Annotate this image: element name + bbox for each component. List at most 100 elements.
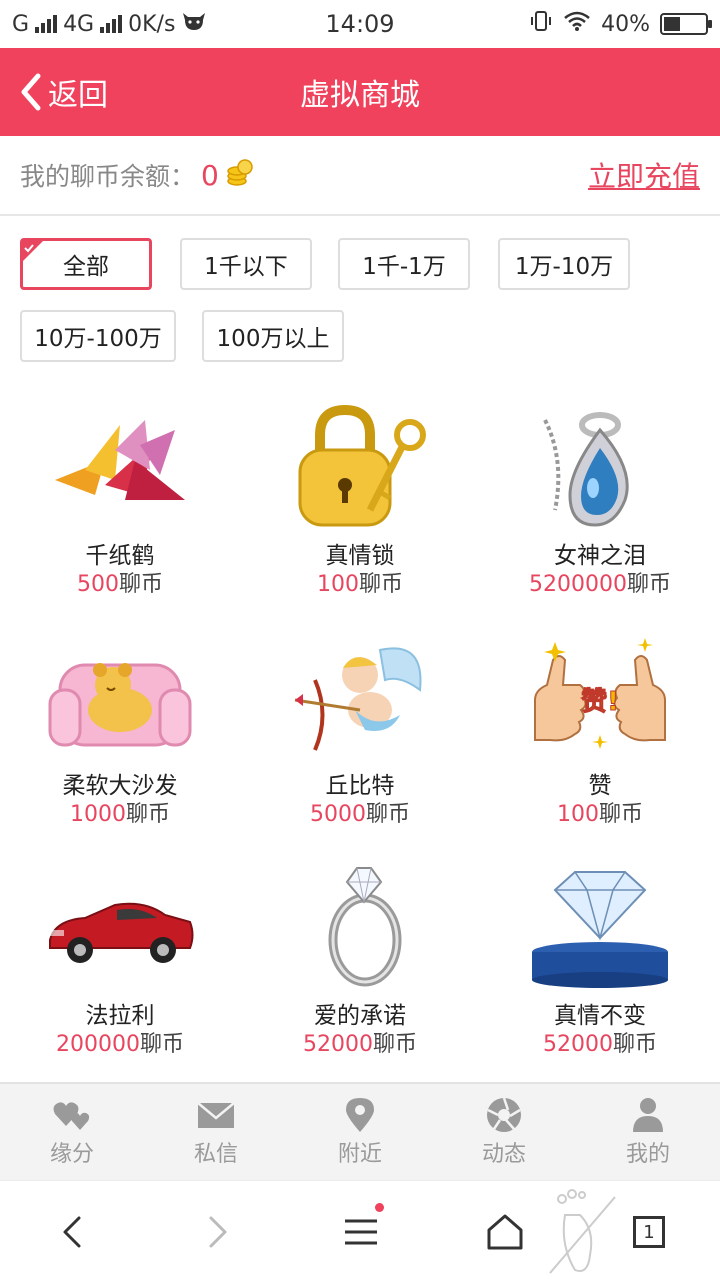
page-title: 虚拟商城	[300, 78, 420, 113]
tab-label: 私信	[193, 1142, 238, 1167]
ring-icon	[285, 860, 435, 990]
gift-price: 5200000聊币	[529, 572, 671, 597]
gift-name: 丘比特	[325, 773, 395, 799]
gift-name: 千纸鹤	[85, 543, 155, 569]
gift-item[interactable]: 千纸鹤 500聊币	[0, 390, 240, 620]
pendant-icon	[525, 400, 675, 530]
filter-1k-10k[interactable]: 1千-1万	[338, 238, 470, 290]
battery-percent: 40%	[601, 11, 650, 37]
filter-label: 1万-10万	[514, 254, 614, 280]
location-pin-icon	[346, 1098, 374, 1132]
browser-menu-button[interactable]	[336, 1203, 386, 1257]
gift-item[interactable]: 赞! 赞 100聊币	[480, 620, 720, 850]
gift-name: 柔软大沙发	[62, 773, 178, 799]
lock-key-icon	[285, 400, 435, 530]
gift-name: 真情不变	[554, 1003, 646, 1029]
gift-price: 52000聊币	[302, 1032, 417, 1057]
browser-tabs-button[interactable]: 1	[624, 1207, 674, 1257]
chevron-left-icon	[63, 1216, 81, 1248]
balance-row: 我的聊币余额： 0 立即充值	[0, 136, 720, 216]
gift-item[interactable]: 真情不变 52000聊币	[480, 850, 720, 1080]
tab-label: 附近	[337, 1142, 382, 1167]
battery-icon	[660, 13, 712, 35]
tabs-count: 1	[633, 1216, 665, 1248]
gift-name: 真情锁	[325, 543, 395, 569]
gift-item[interactable]: 法拉利 200000聊币	[0, 850, 240, 1080]
browser-home-button[interactable]	[480, 1207, 530, 1257]
gift-item[interactable]: 爱的承诺 52000聊币	[240, 850, 480, 1080]
gift-item[interactable]: 真情锁 100聊币	[240, 390, 480, 620]
gift-name: 女神之泪	[554, 543, 646, 569]
filter-under-1k[interactable]: 1千以下	[180, 238, 312, 290]
recharge-link[interactable]: 立即充值	[588, 155, 700, 195]
gift-name: 赞	[588, 773, 612, 799]
envelope-icon	[197, 1102, 235, 1128]
gift-item[interactable]: 丘比特 5000聊币	[240, 620, 480, 850]
filter-label: 10万-100万	[34, 326, 162, 352]
tab-messages[interactable]: 私信	[144, 1084, 288, 1180]
menu-icon	[345, 1219, 377, 1245]
filter-10k-100k[interactable]: 1万-10万	[498, 238, 630, 290]
check-corner-icon	[22, 240, 44, 262]
filter-label: 全部	[63, 254, 109, 280]
gift-price: 500聊币	[76, 572, 163, 597]
back-label: 返回	[48, 78, 108, 113]
tab-label: 缘分	[49, 1142, 94, 1167]
back-button[interactable]: 返回	[18, 70, 108, 114]
tab-moments[interactable]: 动态	[432, 1084, 576, 1180]
cupid-icon	[285, 630, 435, 760]
coin-stack-icon	[225, 157, 255, 193]
tab-nearby[interactable]: 附近	[288, 1084, 432, 1180]
gift-price: 100聊币	[316, 572, 403, 597]
network-label: 4G	[63, 11, 95, 37]
browser-back-button[interactable]	[48, 1207, 98, 1257]
signal-icon-2	[100, 15, 123, 33]
diamond-icon	[525, 860, 675, 990]
tab-label: 我的	[625, 1142, 670, 1167]
wifi-icon	[563, 10, 591, 38]
gift-name: 爱的承诺	[314, 1003, 406, 1029]
tab-mine[interactable]: 我的	[576, 1084, 720, 1180]
cow-icon	[181, 10, 207, 38]
tab-fate[interactable]: 缘分	[0, 1084, 144, 1180]
gift-item[interactable]: 柔软大沙发 1000聊币	[0, 620, 240, 850]
thumbs-up-icon: 赞!	[525, 630, 675, 760]
footprint-watermark-icon	[540, 1185, 620, 1277]
gift-name: 法拉利	[85, 1003, 155, 1029]
home-icon	[487, 1214, 523, 1250]
gift-price: 200000聊币	[56, 1032, 184, 1057]
hearts-icon	[53, 1102, 90, 1130]
gift-price: 52000聊币	[542, 1032, 657, 1057]
notification-dot	[375, 1203, 384, 1212]
balance-label: 我的聊币余额：	[20, 162, 196, 191]
tab-label: 动态	[481, 1142, 526, 1167]
person-icon	[633, 1098, 663, 1132]
gift-price: 1000聊币	[69, 802, 170, 827]
paper-crane-icon	[45, 400, 195, 530]
speed-label: 0K/s	[128, 11, 176, 37]
filter-label: 1千以下	[204, 254, 288, 280]
filter-label: 100万以上	[216, 326, 330, 352]
balance-value: 0	[201, 158, 219, 192]
car-icon	[45, 860, 195, 990]
vibrate-icon	[529, 9, 553, 39]
status-bar: G 4G 0K/s 14:09 40%	[0, 0, 720, 48]
filter-all[interactable]: 全部	[20, 238, 152, 290]
chevron-right-icon	[209, 1216, 227, 1248]
chevron-left-icon	[21, 73, 41, 111]
filter-over-1m[interactable]: 100万以上	[202, 310, 344, 362]
browser-forward-button[interactable]	[192, 1207, 242, 1257]
browser-nav-bar: 1	[0, 1180, 720, 1280]
gift-item[interactable]: 女神之泪 5200000聊币	[480, 390, 720, 620]
bear-sofa-icon	[45, 630, 195, 760]
filter-label: 1千-1万	[362, 254, 446, 280]
gift-price: 5000聊币	[309, 802, 410, 827]
gift-price: 100聊币	[556, 802, 643, 827]
app-header: 返回 虚拟商城	[0, 48, 720, 136]
zan-badge-text: 赞!	[580, 687, 619, 717]
signal-icon	[35, 15, 58, 33]
filter-100k-1m[interactable]: 10万-100万	[20, 310, 176, 362]
bottom-tab-bar: 缘分 私信 附近 动态 我的	[0, 1082, 720, 1180]
aperture-icon	[487, 1097, 521, 1132]
carrier-label: G	[12, 11, 30, 37]
